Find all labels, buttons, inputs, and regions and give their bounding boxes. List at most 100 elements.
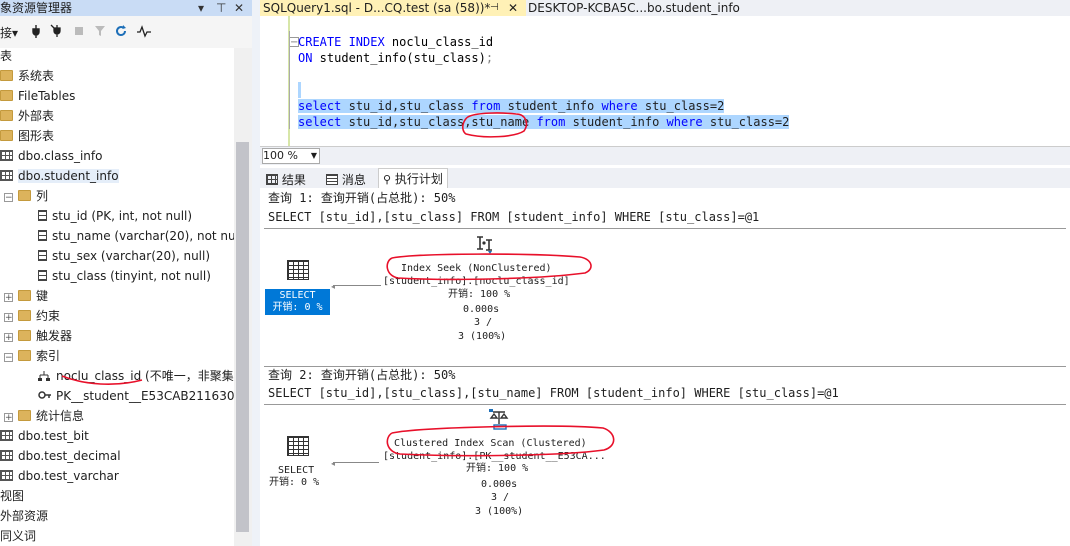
clustered-index-scan-icon[interactable] [488,408,512,433]
code-token: student_info [572,115,660,129]
key-icon [38,387,51,399]
keyword: select [298,115,342,129]
tree-node[interactable]: + 约束 [4,306,60,326]
folder-icon [0,90,13,101]
query1-select-cost: 开销: 0 % [272,302,323,313]
column-icon [38,250,47,261]
tab-execution-plan[interactable]: ⚲ 执行计划 [378,168,448,190]
tree-node[interactable]: dbo.test_decimal [0,446,121,466]
connect-button[interactable]: 接▾ [0,24,18,41]
expand-icon[interactable]: + [4,333,13,343]
tree-node[interactable]: FileTables [0,86,75,106]
tree-node[interactable]: PK__student__E53CAB2116307 [38,386,234,406]
activity-icon[interactable] [136,24,152,41]
tree-node[interactable]: dbo.test_bit [0,426,89,446]
plug-icon[interactable] [30,24,42,41]
tab-execution-plan-label: 执行计划 [394,172,443,186]
tree-node-label: dbo.test_varchar [18,469,119,483]
tree-node-label: dbo.class_info [18,149,103,163]
tree-node-label: PK__student__E53CAB2116307 [56,389,234,403]
tree-node[interactable]: noclu_class_id (不唯一，非聚集) [38,366,234,386]
tree-node-label: 外部表 [18,109,55,123]
index-seek-icon[interactable] [474,234,496,259]
select-icon[interactable] [287,260,309,280]
table-icon [0,170,13,181]
divider [264,404,1066,405]
close-icon[interactable]: ✕ [508,0,518,16]
dropdown-icon[interactable]: ▾ [198,0,204,16]
tree-node[interactable]: 表 [0,48,12,66]
query1-operator-rows: 3 / [474,317,493,328]
tab-sqlquery1[interactable]: SQLQuery1.sql - D...CQ.test (sa (58))* ⊣… [260,0,526,16]
folder-icon [18,410,31,421]
zoom-select[interactable]: 100 % ▼ [262,148,320,164]
collapse-icon[interactable]: − [4,353,13,363]
zoom-value: 100 % [263,149,298,162]
tree-node[interactable]: stu_name (varchar(20), not nul [38,226,234,246]
tree-node[interactable]: stu_sex (varchar(20), null) [38,246,210,266]
keyword: select [298,99,342,113]
keyword: from [471,99,501,113]
zoom-bar [260,146,1070,165]
expand-icon[interactable]: + [4,413,13,423]
tree-node[interactable]: dbo.test_varchar [0,466,119,486]
collapse-icon[interactable]: − [4,193,13,203]
tree-node[interactable]: + 统计信息 [4,406,84,426]
select-icon[interactable] [287,436,309,456]
stop-icon[interactable] [74,24,84,41]
tree-node[interactable]: stu_class (tinyint, not null) [38,266,211,286]
query2-operator-cost: 开销: 100 % [466,463,529,474]
query1-operator-percent: 3 (100%) [458,331,507,342]
query1-select-node[interactable]: SELECT 开销: 0 % [265,289,330,315]
tree-node-label: dbo.test_bit [18,429,89,443]
folder-icon [18,310,31,321]
filter-icon[interactable] [94,24,106,41]
code-line-4: select stu_id,stu_class,stu_name from st… [298,114,790,130]
chevron-down-icon[interactable]: ▼ [311,149,317,163]
tree-node-label: FileTables [18,89,76,103]
keyword: CREATE INDEX [298,35,385,49]
tree-node[interactable]: + 触发器 [4,326,72,346]
folder-icon [18,290,31,301]
column-icon [38,210,47,221]
tab-student-info[interactable]: DESKTOP-KCBA5C...bo.student_info [525,0,748,16]
tab-messages[interactable]: 消息 [326,170,366,190]
query2-header: 查询 2: 查询开销(占总批): 50% [268,368,456,382]
pin-icon[interactable]: ⊤ [216,0,226,16]
tree-node[interactable]: 外部表 [0,106,54,126]
close-icon[interactable]: ✕ [234,0,244,16]
query1-header: 查询 1: 查询开销(占总批): 50% [268,191,456,205]
tab-results[interactable]: 结果 [266,170,306,190]
tree-node[interactable]: 系统表 [0,66,54,86]
tab-messages-label: 消息 [341,173,366,187]
code-token: student_info [507,99,595,113]
code-token: stu_id,stu_class [348,99,465,113]
query1-operator-cost: 开销: 100 % [448,289,511,300]
expand-icon[interactable]: + [4,313,13,323]
tree-node[interactable]: dbo.student_info [0,166,119,186]
arrow-head-icon: ◂ [331,282,336,291]
refresh-icon[interactable] [114,24,128,41]
index-icon [38,367,51,381]
folder-icon [0,110,13,121]
expand-icon[interactable]: + [4,293,13,303]
tree-node[interactable]: 视图 [0,486,24,506]
tree-node-label: stu_sex (varchar(20), null) [52,249,211,263]
panel-splitter[interactable] [252,0,260,546]
query1-operator-time: 0.000s [463,304,500,315]
tree-node[interactable]: 同义词 [0,526,36,546]
divider [264,228,1066,229]
object-explorer-scroll-thumb[interactable] [236,142,249,532]
tree-node[interactable]: 外部资源 [0,506,48,526]
disconnect-icon[interactable] [50,24,64,41]
keyword: where [666,115,703,129]
tree-node[interactable]: stu_id (PK, int, not null) [38,206,192,226]
tree-node[interactable]: − 索引 [4,346,60,366]
tree-node[interactable]: + 键 [4,286,48,306]
tree-node[interactable]: 图形表 [0,126,54,146]
tree-node[interactable]: dbo.class_info [0,146,102,166]
pin-icon[interactable]: ⊣ [490,0,499,16]
tree-node[interactable]: − 列 [4,186,48,206]
